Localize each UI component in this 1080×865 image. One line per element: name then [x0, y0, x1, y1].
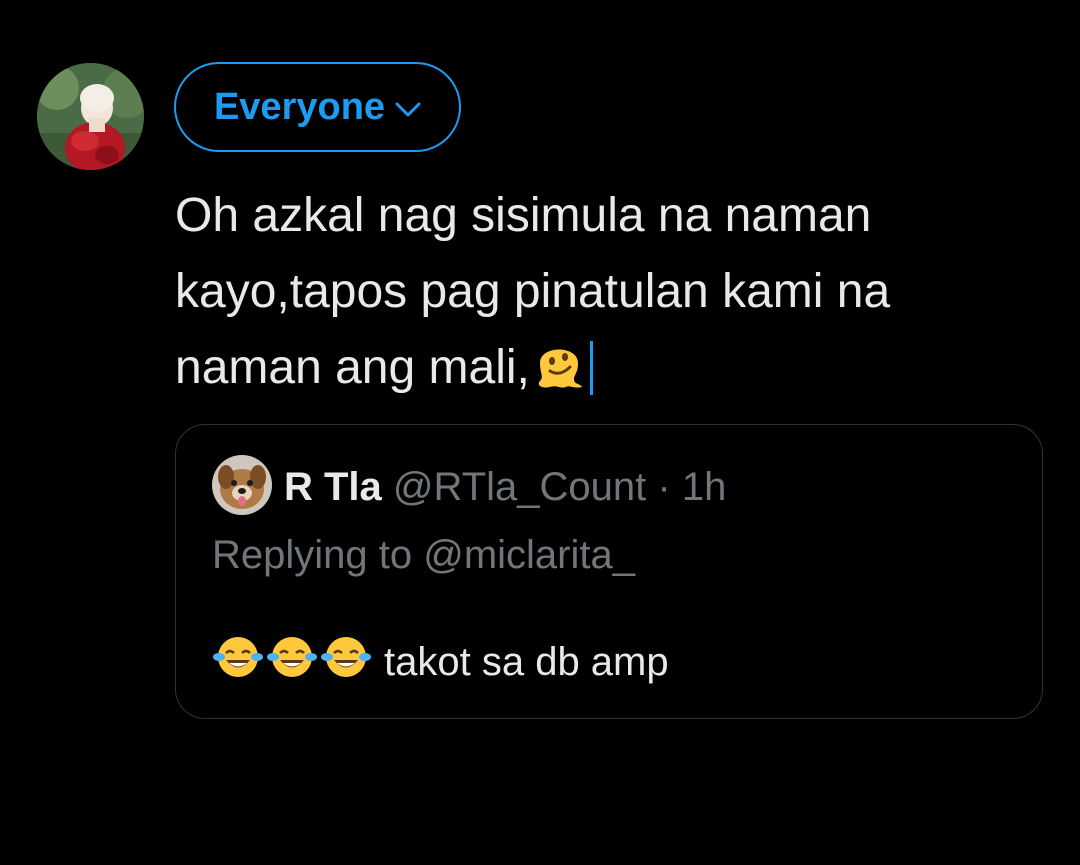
chevron-down-icon — [395, 102, 421, 118]
dog-avatar-image — [212, 455, 272, 515]
header-separator: · — [657, 465, 671, 509]
text-cursor — [589, 341, 593, 395]
quoted-display-name: R Tla — [284, 465, 382, 509]
laughing-emoji-group — [212, 633, 372, 690]
audience-label: Everyone — [213, 85, 386, 128]
quoted-tweet-header: R Tla @RTla_Count · 1h — [284, 463, 726, 511]
melting-face-emoji — [530, 333, 588, 414]
compose-line-2: kayo,tapos pag pinatulan kami na — [175, 265, 891, 318]
replying-to-line: Replying to @miclarita_ — [212, 533, 635, 577]
compose-screen: Everyone Oh azkal nag sisimula na naman … — [0, 0, 1080, 865]
user-avatar[interactable] — [37, 63, 144, 170]
audience-selector-button[interactable]: Everyone — [174, 62, 461, 152]
quoted-handle: @RTla_Count — [392, 465, 647, 509]
face-with-tears-of-joy-emoji — [212, 633, 264, 690]
quoted-tweet-card[interactable]: R Tla @RTla_Count · 1h Replying to @micl… — [175, 424, 1043, 719]
avatar-image — [37, 63, 144, 170]
quoted-body-text: takot sa db amp — [384, 639, 669, 684]
quoted-user-avatar — [212, 455, 272, 515]
face-with-tears-of-joy-emoji — [266, 633, 318, 690]
face-with-tears-of-joy-emoji — [320, 633, 372, 690]
compose-line-3: naman ang mali, — [175, 341, 530, 394]
quoted-tweet-body: takot sa db amp — [212, 633, 669, 690]
compose-line-1: Oh azkal nag sisimula na naman — [175, 189, 872, 242]
compose-text-area[interactable]: Oh azkal nag sisimula na naman kayo,tapo… — [175, 178, 1035, 414]
quoted-timestamp: 1h — [681, 465, 727, 509]
